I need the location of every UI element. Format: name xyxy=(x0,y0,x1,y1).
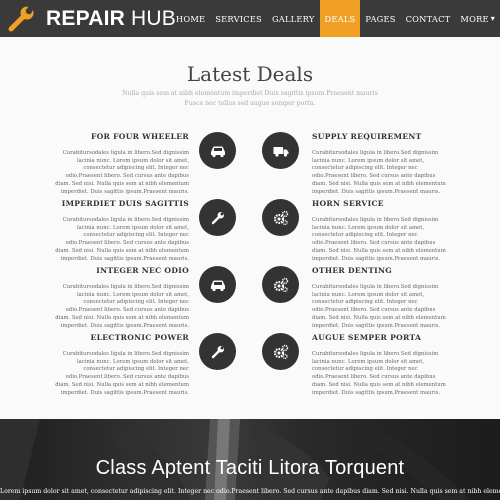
deal-title[interactable]: INTEGER NEC ODIO xyxy=(52,266,189,275)
deal-title[interactable]: OTHER DENTING xyxy=(312,266,449,275)
deal-icon-circle[interactable] xyxy=(199,199,236,236)
deal-icon-circle[interactable] xyxy=(199,333,236,370)
deal-description: Curabitursodales ligula in libero.Sed di… xyxy=(312,284,446,329)
banner-text: Lorem ipsum dolor sit amet, consectetur … xyxy=(0,488,500,495)
deal-item: AUGUE SEMPER PORTA Curabitursodales ligu… xyxy=(312,333,449,397)
chevron-down-icon: ▾ xyxy=(490,14,495,23)
deal-description: Curabitursodales ligula in libero.Sed di… xyxy=(312,150,446,195)
deal-item: FOR FOUR WHEELER Curabitursodales ligula… xyxy=(52,132,189,196)
deal-icon-circle[interactable] xyxy=(262,266,299,303)
nav-contact[interactable]: CONTACT xyxy=(401,0,456,37)
nav-deals[interactable]: DEALS xyxy=(319,0,361,37)
deal-description: Curabitursodales ligula in libero.Sed di… xyxy=(55,217,189,262)
deal-title[interactable]: HORN SERVICE xyxy=(312,199,449,208)
deal-title[interactable]: AUGUE SEMPER PORTA xyxy=(312,333,449,342)
nav-home[interactable]: HOME xyxy=(171,0,210,37)
gears-icon xyxy=(273,344,288,359)
main-nav: HOME SERVICES GALLERY DEALS PAGES CONTAC… xyxy=(171,0,500,37)
deal-icon-circle[interactable] xyxy=(199,132,236,169)
banner-title: Class Aptent Taciti Litora Torquent xyxy=(95,457,405,479)
deal-description: Curabitursodales ligula in libero.Sed di… xyxy=(312,351,446,396)
section-title: Latest Deals xyxy=(186,62,314,86)
deal-item: SUPPLY REQUIREMENT Curabitursodales ligu… xyxy=(312,132,449,196)
site-logo[interactable]: REPAIR HUB xyxy=(8,5,176,32)
nav-gallery[interactable]: GALLERY xyxy=(267,0,320,37)
deal-icon-circle[interactable] xyxy=(262,199,299,236)
deal-icon-circle[interactable] xyxy=(262,333,299,370)
promo-banner: Class Aptent Taciti Litora Torquent Lore… xyxy=(0,419,500,500)
deal-icon-circle[interactable] xyxy=(199,266,236,303)
nav-more-label: MORE xyxy=(460,13,489,24)
section-subtitle: Nulla quis sem at nibh elementum imperdi… xyxy=(122,90,378,107)
truck-icon xyxy=(273,146,288,157)
deal-description: Curabitursodales ligula in libero.Sed di… xyxy=(55,150,189,195)
deal-description: Curabitursodales ligula in libero.Sed di… xyxy=(312,217,446,262)
deal-title[interactable]: SUPPLY REQUIREMENT xyxy=(312,132,449,141)
deal-item: OTHER DENTING Curabitursodales ligula in… xyxy=(312,266,449,330)
deal-item: HORN SERVICE Curabitursodales ligula in … xyxy=(312,199,449,263)
nav-pages[interactable]: PAGES xyxy=(360,0,400,37)
wrench-icon xyxy=(211,211,224,224)
deal-title[interactable]: FOR FOUR WHEELER xyxy=(52,132,189,141)
deal-description: Curabitursodales ligula in libero.Sed di… xyxy=(55,351,189,396)
nav-services[interactable]: SERVICES xyxy=(210,0,267,37)
wrench-icon xyxy=(8,5,36,31)
site-header: REPAIR HUB HOME SERVICES GALLERY DEALS P… xyxy=(0,0,500,37)
deal-item: INTEGER NEC ODIO Curabitursodales ligula… xyxy=(52,266,189,330)
deal-title[interactable]: IMPERDIET DUIS SAGITTIS xyxy=(52,199,189,208)
deal-title[interactable]: ELECTRONIC POWER xyxy=(52,333,189,342)
deal-description: Curabitursodales ligula in libero.Sed di… xyxy=(55,284,189,329)
car-icon xyxy=(210,146,225,157)
nav-more[interactable]: MORE ▾ xyxy=(455,0,500,37)
wrench-icon xyxy=(211,345,224,358)
car-icon xyxy=(210,280,225,291)
deal-icon-circle[interactable] xyxy=(262,132,299,169)
deal-item: ELECTRONIC POWER Curabitursodales ligula… xyxy=(52,333,189,397)
gears-icon xyxy=(273,210,288,225)
brand-name: REPAIR HUB xyxy=(46,6,176,30)
deal-item: IMPERDIET DUIS SAGITTIS Curabitursodales… xyxy=(52,199,189,263)
gears-icon xyxy=(273,277,288,292)
